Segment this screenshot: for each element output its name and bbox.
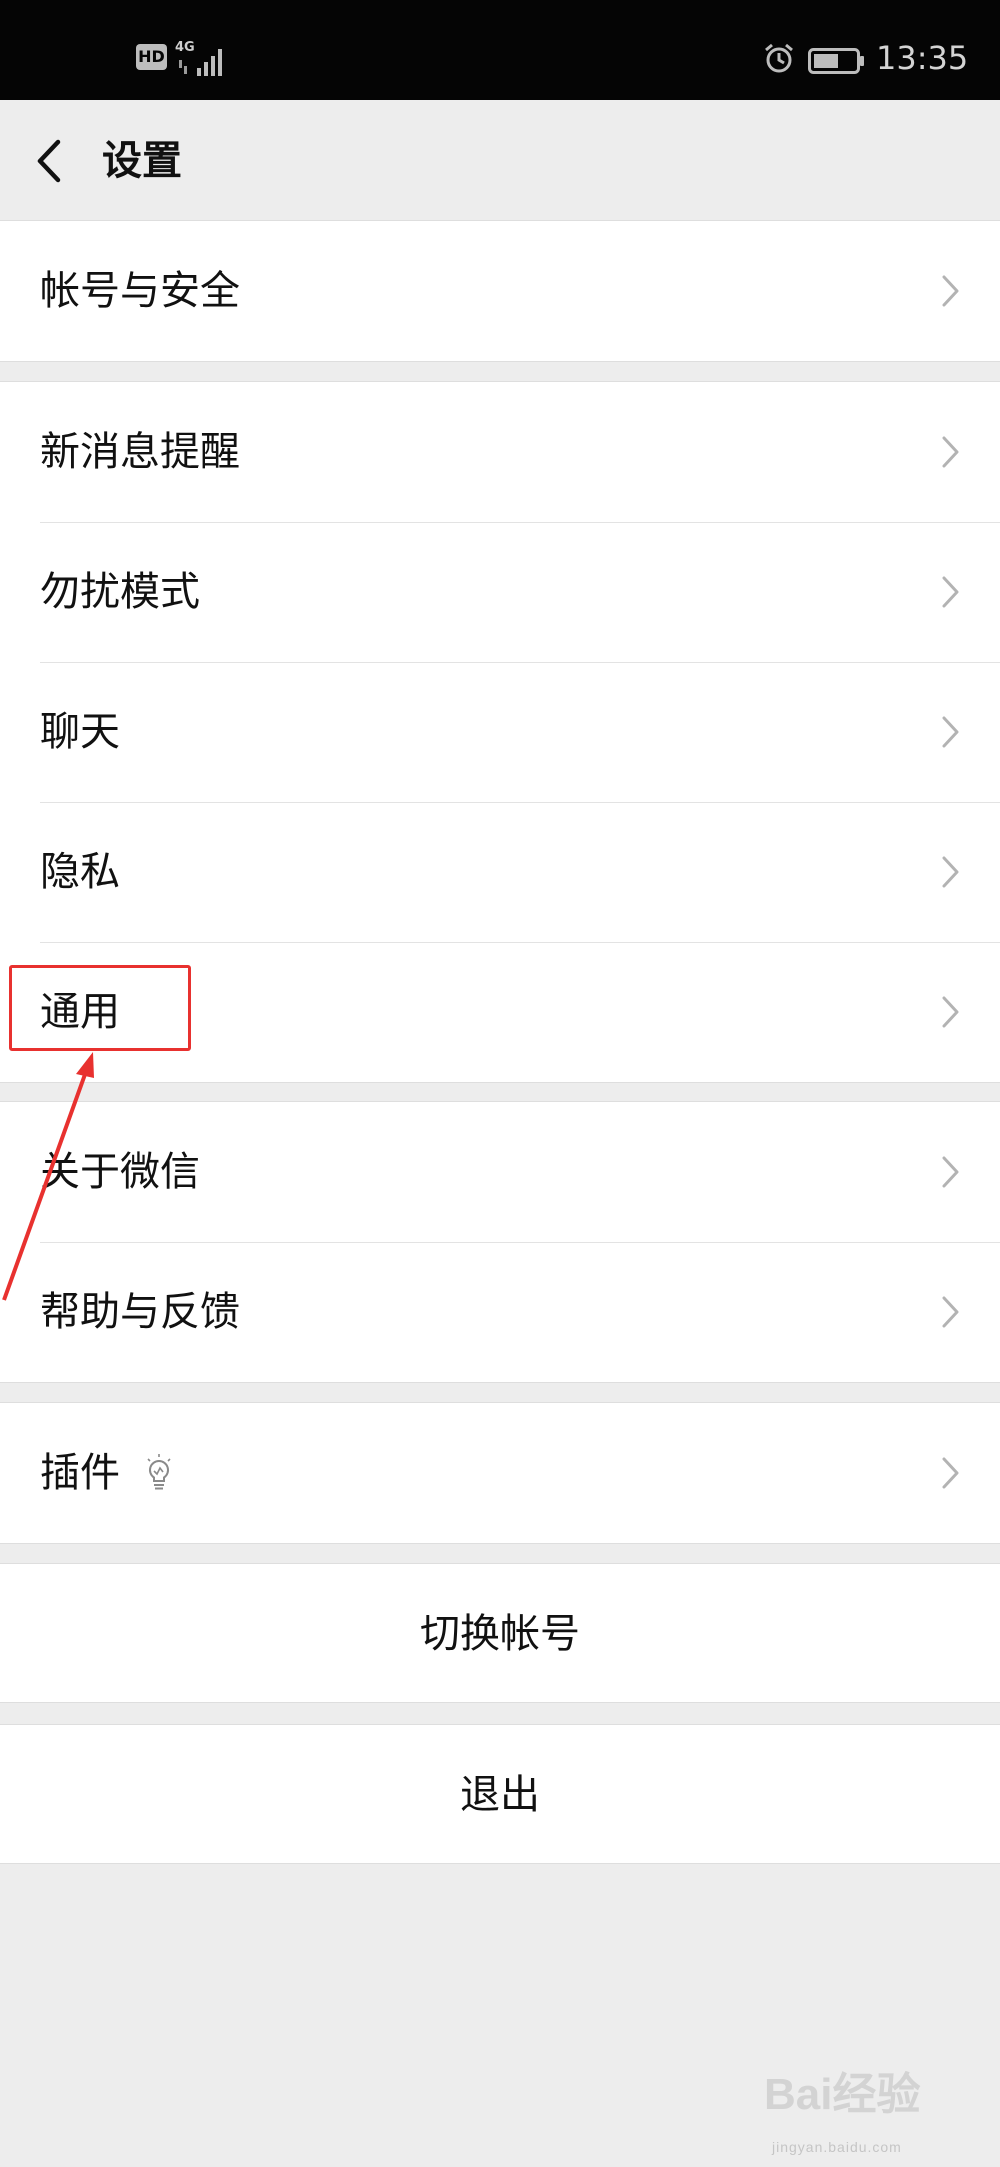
chevron-right-icon [942,856,959,888]
row-account-security[interactable]: 帐号与安全 [0,221,1000,361]
settings-group-about: 关于微信 帮助与反馈 [0,1101,1000,1383]
row-privacy[interactable]: 隐私 [0,802,1000,942]
watermark-brand: Bai经验 [764,2070,921,2119]
row-label: 新消息提醒 [40,429,240,475]
battery-icon [808,48,866,74]
watermark-logo: Bai经验 jingyan.baidu.com [764,2070,984,2155]
row-about-wechat[interactable]: 关于微信 [0,1102,1000,1242]
nav-bar: 设置 [0,100,1000,220]
row-label: 插件 [40,1450,120,1496]
status-bar: HD 4G 13:35 [0,0,1000,100]
annotation-highlight-box [9,965,191,1051]
switch-account-button[interactable]: 切换帐号 [0,1563,1000,1703]
row-help-feedback[interactable]: 帮助与反馈 [0,1242,1000,1382]
chevron-right-icon [942,1156,959,1188]
settings-group-account: 帐号与安全 [0,220,1000,362]
chevron-right-icon [942,436,959,468]
row-do-not-disturb[interactable]: 勿扰模式 [0,522,1000,662]
lightbulb-icon [147,1454,171,1490]
page-title: 设置 [102,138,182,184]
switch-account-label: 切换帐号 [420,1611,580,1657]
row-label: 隐私 [40,849,120,895]
chevron-right-icon [942,716,959,748]
network-type: 4G [175,40,195,55]
row-new-message-notify[interactable]: 新消息提醒 [0,382,1000,522]
hd-badge: HD [136,44,167,70]
clock-time: 13:35 [876,39,969,77]
signal-icon: 4G [175,40,231,78]
logout-label: 退出 [460,1772,540,1818]
back-chevron-icon[interactable] [30,136,66,186]
logout-button[interactable]: 退出 [0,1724,1000,1864]
annotation-arrow [2,1052,94,1301]
chevron-right-icon [942,1457,959,1489]
chevron-right-icon [942,996,959,1028]
row-plugins[interactable]: 插件 [0,1403,1000,1543]
watermark-url: jingyan.baidu.com [772,2139,902,2155]
chevron-right-icon [942,1296,959,1328]
row-chat[interactable]: 聊天 [0,662,1000,802]
alarm-icon [762,42,796,76]
chevron-right-icon [942,576,959,608]
row-label: 聊天 [40,709,120,755]
settings-group-plugins: 插件 [0,1402,1000,1544]
row-label: 帐号与安全 [40,268,240,314]
chevron-right-icon [942,275,959,307]
row-label: 勿扰模式 [40,569,200,615]
